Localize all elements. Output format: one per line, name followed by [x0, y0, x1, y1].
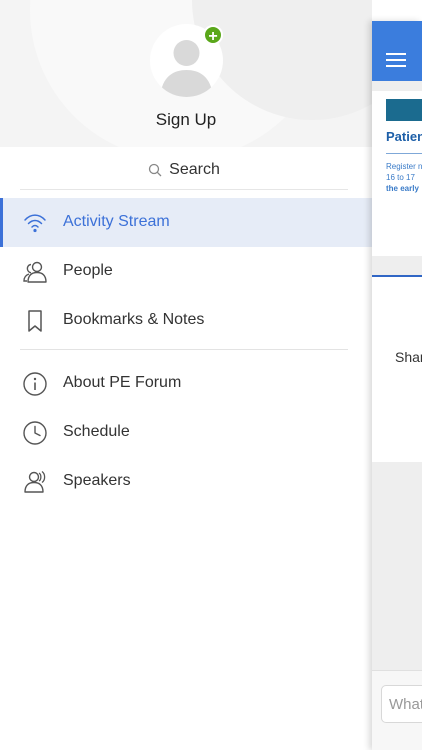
menu-icon[interactable] — [386, 53, 406, 67]
sign-up-link[interactable]: Sign Up — [0, 110, 372, 130]
speakers-icon — [24, 470, 46, 493]
post-share-text[interactable]: Shar — [395, 349, 422, 365]
people-icon — [23, 261, 47, 283]
add-photo-icon[interactable]: + — [203, 25, 223, 45]
navigation-drawer: + Sign Up Search Activity Stream People — [0, 0, 372, 750]
search-icon — [148, 163, 162, 176]
search-label: Search — [169, 160, 220, 178]
wifi-icon — [24, 214, 46, 233]
nav-item-label: Speakers — [63, 472, 131, 489]
nav-item-label: Schedule — [63, 423, 130, 440]
nav-item-about-pe-forum[interactable]: About PE Forum — [0, 359, 372, 408]
info-icon — [23, 372, 47, 396]
banner-text-line: Register n — [386, 162, 422, 171]
profile-header: + Sign Up — [0, 0, 372, 147]
active-indicator — [0, 198, 3, 247]
banner-title: Patien — [386, 129, 422, 144]
post-card[interactable] — [372, 277, 422, 462]
banner-text: Register n 16 to 17 — [386, 161, 422, 183]
nav-item-bookmarks-notes[interactable]: Bookmarks & Notes — [0, 296, 372, 345]
divider — [20, 349, 348, 350]
nav-item-label: Bookmarks & Notes — [63, 311, 205, 328]
nav-item-label: About PE Forum — [63, 374, 182, 391]
banner-divider — [386, 153, 422, 154]
banner-text-bold: the early — [386, 184, 419, 193]
event-banner-card[interactable]: Patien Register n 16 to 17 the early — [372, 91, 422, 301]
bookmark-icon — [28, 310, 42, 332]
nav-item-schedule[interactable]: Schedule — [0, 408, 372, 457]
nav-item-speakers[interactable]: Speakers — [0, 457, 372, 506]
hamad-logo — [386, 99, 422, 121]
search-bar[interactable]: Search — [20, 150, 348, 190]
nav-item-label: Activity Stream — [63, 213, 170, 230]
content-panel[interactable]: Patien Register n 16 to 17 the early Sha… — [372, 21, 422, 750]
nav-item-people[interactable]: People — [0, 247, 372, 296]
composer-placeholder: What — [389, 696, 422, 713]
nav-item-activity-stream[interactable]: Activity Stream — [0, 198, 372, 247]
clock-icon — [23, 421, 47, 445]
banner-text-line: 16 to 17 — [386, 173, 415, 182]
top-app-bar — [372, 21, 422, 81]
nav-item-label: People — [63, 262, 113, 279]
